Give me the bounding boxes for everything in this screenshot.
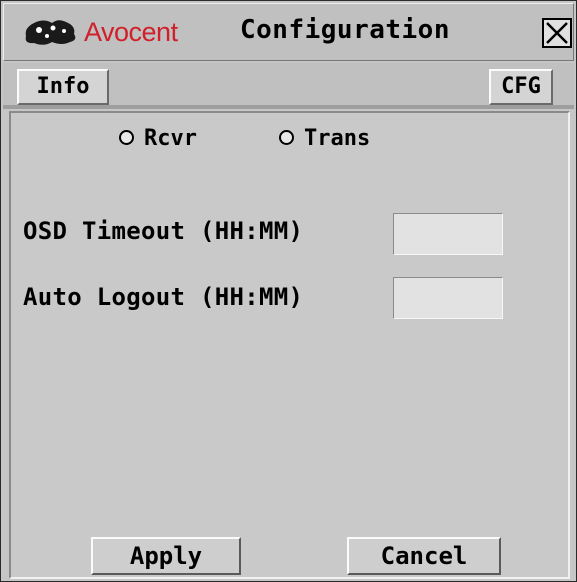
- avocent-logo-icon: [25, 20, 76, 45]
- osd-timeout-label: OSD Timeout (HH:MM): [23, 217, 304, 245]
- title-bar: Avocent Configuration: [3, 3, 574, 61]
- tab-bar: Info CFG: [3, 63, 574, 109]
- tab-cfg[interactable]: CFG: [489, 69, 553, 105]
- config-panel: Rcvr Trans OSD Timeout (HH:MM) Auto Logo…: [9, 111, 570, 579]
- apply-button[interactable]: Apply: [91, 537, 241, 575]
- auto-logout-input[interactable]: [393, 277, 503, 319]
- window-title: Configuration: [240, 15, 450, 45]
- radio-rcvr-label: Rcvr: [144, 126, 197, 151]
- close-button[interactable]: [542, 18, 572, 48]
- cancel-button[interactable]: Cancel: [347, 537, 501, 575]
- osd-timeout-input[interactable]: [393, 213, 503, 255]
- radio-trans[interactable]: Trans: [279, 126, 370, 151]
- radio-button-icon: [119, 129, 134, 145]
- configuration-window: Avocent Configuration Info CFG Rcvr Tran…: [0, 0, 577, 582]
- radio-trans-label: Trans: [304, 126, 371, 151]
- auto-logout-label: Auto Logout (HH:MM): [23, 283, 304, 311]
- brand-name: Avocent: [84, 17, 178, 47]
- close-x-icon: [546, 22, 568, 44]
- tab-info[interactable]: Info: [17, 69, 109, 105]
- radio-button-icon: [279, 129, 294, 145]
- radio-rcvr[interactable]: Rcvr: [119, 126, 197, 151]
